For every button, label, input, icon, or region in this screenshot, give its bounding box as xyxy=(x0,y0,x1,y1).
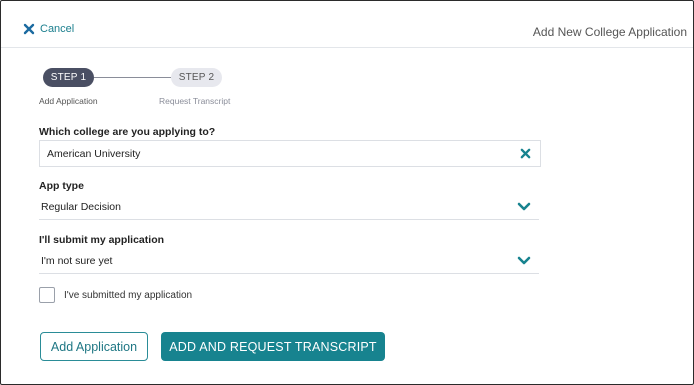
submitted-checkbox-row[interactable]: I've submitted my application xyxy=(39,287,192,303)
cancel-button[interactable]: Cancel xyxy=(23,23,74,35)
step-1-caption: Add Application xyxy=(39,96,98,106)
app-type-value: Regular Decision xyxy=(41,200,121,213)
app-type-select[interactable]: Regular Decision xyxy=(39,194,539,220)
step-1-pill: STEP 1 xyxy=(43,68,94,87)
dialog-frame: Cancel Add New College Application STEP … xyxy=(0,0,694,385)
add-application-button[interactable]: Add Application xyxy=(40,332,148,361)
submit-timing-select[interactable]: I'm not sure yet xyxy=(39,248,539,274)
submitted-checkbox[interactable] xyxy=(39,287,55,303)
chevron-down-icon xyxy=(517,256,531,264)
app-type-label: App type xyxy=(39,180,84,192)
submit-timing-value: I'm not sure yet xyxy=(41,254,113,267)
submit-timing-dropdown[interactable] xyxy=(517,254,531,268)
add-and-request-transcript-button[interactable]: ADD AND REQUEST TRANSCRIPT xyxy=(161,332,385,361)
clear-button[interactable] xyxy=(518,147,532,161)
top-bar: Cancel Add New College Application xyxy=(1,1,693,48)
step-2-caption: Request Transcript xyxy=(159,96,231,106)
submit-timing-label: I'll submit my application xyxy=(39,234,165,246)
step-connector xyxy=(94,77,171,78)
cancel-label: Cancel xyxy=(40,23,75,35)
college-value: American University xyxy=(47,147,141,160)
close-icon xyxy=(520,148,530,159)
chevron-down-icon xyxy=(517,202,531,210)
college-input[interactable]: American University xyxy=(39,140,541,167)
page-title: Add New College Application xyxy=(532,25,687,39)
close-icon xyxy=(23,23,35,35)
stepper: STEP 1 STEP 2 Add Application Request Tr… xyxy=(39,68,279,108)
submitted-checkbox-label: I've submitted my application xyxy=(64,289,193,301)
app-type-dropdown[interactable] xyxy=(517,200,531,214)
step-2-pill: STEP 2 xyxy=(171,68,222,87)
college-label: Which college are you applying to? xyxy=(39,126,216,138)
